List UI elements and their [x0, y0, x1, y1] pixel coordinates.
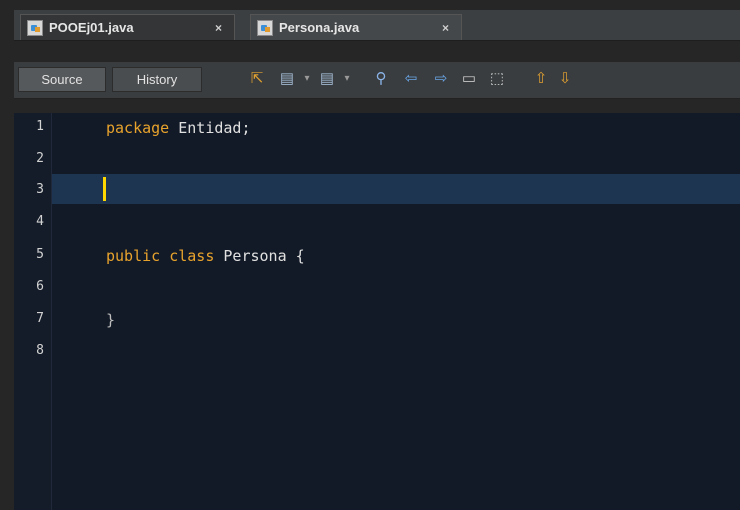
line-number: 4: [36, 214, 44, 229]
keyword-public: public: [106, 247, 161, 265]
keyword-package: package: [106, 119, 170, 137]
line-number: 1: [36, 119, 44, 134]
forward-icon[interactable]: ▤: [318, 70, 336, 88]
editor-window: POOEj01.java × Persona.java × Source His…: [0, 0, 740, 510]
tab-pooej01[interactable]: POOEj01.java ×: [20, 14, 235, 40]
code-editor[interactable]: 1 2 3 4 5 6 7 8 package Entidad; public …: [14, 113, 740, 510]
line-number: 5: [36, 247, 44, 262]
tab-label: POOEj01.java: [49, 20, 134, 35]
file-tab-bar: POOEj01.java × Persona.java ×: [14, 10, 740, 41]
line-number: 2: [36, 151, 44, 166]
editor-toolbar: Source History ⇱ ▤ ▾ ▤ ▾ ⚲ ⇦ ⇨ ▭ ⬚ ⇧ ⇩: [14, 62, 740, 99]
class-declaration: Persona {: [214, 247, 305, 265]
tab-label: Persona.java: [279, 20, 360, 35]
current-line-highlight: [52, 174, 740, 204]
shift-down-icon[interactable]: ⇩: [556, 70, 574, 88]
chevron-down-icon[interactable]: ▾: [298, 70, 316, 88]
back-icon[interactable]: ▤: [278, 70, 296, 88]
code-line-5[interactable]: public class Persona {: [106, 247, 305, 265]
find-prev-icon[interactable]: ⇦: [402, 70, 420, 88]
code-line-7[interactable]: }: [106, 311, 115, 329]
java-file-icon: [27, 19, 43, 36]
package-name: Entidad;: [169, 119, 251, 137]
line-number: 7: [36, 311, 44, 326]
find-next-icon[interactable]: ⇨: [432, 70, 450, 88]
line-number: 6: [36, 279, 44, 294]
toggle-highlight-icon[interactable]: ▭: [460, 70, 478, 88]
java-file-icon: [257, 19, 273, 36]
close-icon[interactable]: ×: [215, 21, 222, 35]
last-edit-icon[interactable]: ⇱: [248, 70, 266, 88]
line-number-gutter: 1 2 3 4 5 6 7 8: [14, 113, 52, 510]
keyword-class: class: [169, 247, 215, 265]
close-icon[interactable]: ×: [442, 21, 449, 35]
code-line-1[interactable]: package Entidad;: [106, 119, 251, 137]
find-icon[interactable]: ⚲: [372, 70, 390, 88]
line-number: 8: [36, 343, 44, 358]
tab-persona[interactable]: Persona.java ×: [250, 14, 462, 40]
chevron-down-icon[interactable]: ▾: [338, 70, 356, 88]
select-rect-icon[interactable]: ⬚: [488, 70, 506, 88]
shift-up-icon[interactable]: ⇧: [532, 70, 550, 88]
source-button[interactable]: Source: [18, 67, 106, 92]
text-caret: [103, 177, 106, 201]
history-button[interactable]: History: [112, 67, 202, 92]
line-number: 3: [36, 182, 44, 197]
